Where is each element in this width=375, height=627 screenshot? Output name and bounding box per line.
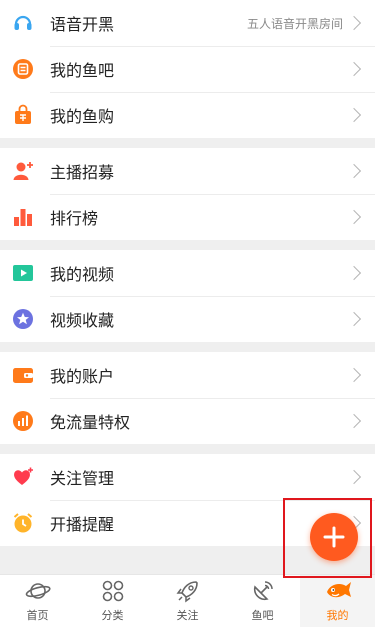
tab-label: 首页 [26, 609, 49, 622]
heart-icon [12, 466, 34, 488]
menu-item-label: 语音开黑 [50, 15, 115, 34]
menu-item-label: 我的鱼购 [50, 107, 115, 126]
menu-item-my-fish-bar[interactable]: 我的鱼吧 [0, 46, 375, 92]
star-icon [12, 308, 34, 330]
menu-item-label: 我的视频 [50, 265, 115, 284]
menu-item-label: 我的账户 [50, 367, 115, 386]
bottom-tab-bar: 首页 分类 关注 鱼吧 我的 [0, 574, 375, 627]
tab-label: 分类 [101, 609, 124, 622]
planet-icon [25, 583, 51, 599]
chevron-right-icon [346, 265, 362, 281]
menu-group-4: 我的账户 免流量特权 [0, 352, 375, 444]
ranking-icon [12, 206, 34, 228]
menu-item-video-favorites[interactable]: 视频收藏 [0, 296, 375, 342]
menu-item-hint: 五人语音开黑房间 [246, 16, 343, 31]
tab-home[interactable]: 首页 [0, 575, 75, 627]
add-button[interactable] [310, 513, 358, 561]
tab-label: 关注 [176, 609, 199, 622]
menu-item-label: 关注管理 [50, 469, 115, 488]
menu-item-label: 我的鱼吧 [50, 61, 115, 80]
data-plan-icon [12, 410, 34, 432]
rocket-icon [176, 581, 198, 603]
plus-icon [323, 526, 345, 548]
menu-item-anchor-recruit[interactable]: 主播招募 [0, 148, 375, 194]
menu-item-label: 视频收藏 [50, 311, 115, 330]
chevron-right-icon [346, 209, 362, 225]
menu-group-2: 主播招募 排行榜 [0, 148, 375, 240]
menu-group-1: 语音开黑 五人语音开黑房间 我的鱼吧 我的鱼购 [0, 0, 375, 138]
grid-icon [102, 580, 123, 602]
chevron-right-icon [346, 469, 362, 485]
menu-item-label: 免流量特权 [50, 413, 131, 432]
alarm-clock-icon [12, 512, 34, 534]
shopping-bag-icon [12, 104, 34, 126]
fish-bar-icon [12, 58, 34, 80]
menu-item-free-data[interactable]: 免流量特权 [0, 398, 375, 444]
menu-item-label: 排行榜 [50, 209, 99, 228]
anchor-recruit-icon [12, 160, 34, 182]
tab-mine[interactable]: 我的 [300, 575, 375, 627]
chevron-right-icon [346, 61, 362, 77]
menu-item-my-fish-shop[interactable]: 我的鱼购 [0, 92, 375, 138]
tab-category[interactable]: 分类 [75, 575, 150, 627]
menu-group-3: 我的视频 视频收藏 [0, 250, 375, 342]
wallet-icon [12, 364, 34, 386]
tab-label: 鱼吧 [251, 609, 274, 622]
tab-label: 我的 [326, 609, 349, 622]
chevron-right-icon [346, 311, 362, 327]
tab-fish-bar[interactable]: 鱼吧 [225, 575, 300, 627]
tab-follow[interactable]: 关注 [150, 575, 225, 627]
menu-list: 语音开黑 五人语音开黑房间 我的鱼吧 我的鱼购 主播招募 排行榜 我的视频 视频… [0, 0, 375, 556]
chevron-right-icon [346, 163, 362, 179]
video-icon [12, 262, 34, 284]
headset-icon [12, 12, 34, 34]
menu-item-voice-party[interactable]: 语音开黑 五人语音开黑房间 [0, 0, 375, 46]
chevron-right-icon [346, 107, 362, 123]
fish-icon [326, 582, 351, 598]
satellite-dish-icon [253, 581, 273, 601]
chevron-right-icon [346, 413, 362, 429]
menu-item-ranking[interactable]: 排行榜 [0, 194, 375, 240]
menu-item-label: 主播招募 [50, 163, 115, 182]
menu-item-follow-management[interactable]: 关注管理 [0, 454, 375, 500]
chevron-right-icon [346, 367, 362, 383]
menu-item-my-videos[interactable]: 我的视频 [0, 250, 375, 296]
chevron-right-icon [346, 15, 362, 31]
menu-item-my-account[interactable]: 我的账户 [0, 352, 375, 398]
